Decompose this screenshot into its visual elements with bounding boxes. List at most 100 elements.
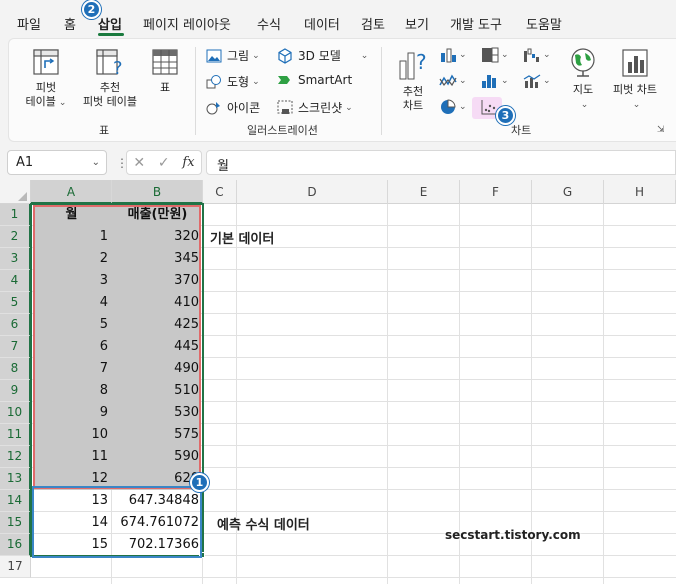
base-data-callout: 기본 데이터	[210, 232, 275, 247]
shapes-button[interactable]: 도형 ⌄	[206, 73, 260, 90]
3d-models-button[interactable]: 3D 모델 ⌄	[277, 47, 368, 64]
pie-chart-button[interactable]: ⌄	[439, 99, 467, 115]
charts-group-label: 차트	[511, 124, 532, 137]
row-header-8[interactable]: 8	[0, 358, 31, 380]
chevron-down-icon: ⌄	[501, 76, 509, 86]
picture-icon	[206, 49, 222, 62]
column-header-a[interactable]: A	[31, 180, 112, 204]
row-header-13[interactable]: 13	[0, 468, 31, 490]
picture-label: 그림	[227, 49, 250, 63]
picture-button[interactable]: 그림 ⌄	[206, 47, 260, 64]
tab-review[interactable]: 검토	[361, 14, 385, 33]
pivot-table-button[interactable]: 피벗 테이블 ⌄	[17, 47, 75, 110]
tab-view[interactable]: 보기	[405, 14, 429, 33]
row-header-3[interactable]: 3	[0, 248, 31, 270]
column-header-f[interactable]: F	[460, 180, 532, 204]
chevron-down-icon: ⌄	[543, 50, 551, 60]
forecast-data-highlight	[32, 486, 202, 558]
name-box-value: A1	[16, 155, 34, 170]
column-header-d[interactable]: D	[237, 180, 388, 204]
pivot-table-label: 피벗 테이블	[25, 81, 57, 108]
screenshot-label: 스크린샷	[298, 101, 343, 115]
row-header-14[interactable]: 14	[0, 490, 31, 512]
smartart-icon	[278, 76, 290, 84]
worksheet-grid[interactable]: ABCDEFGH 1 2 3 4 5 6 7 8 9 10 11 12 13 14 15 16 17 월 매출(만원…	[0, 180, 676, 584]
row-header-9[interactable]: 9	[0, 380, 31, 402]
row-header-16[interactable]: 16	[0, 534, 31, 556]
column-chart-button[interactable]: ⌄	[439, 47, 467, 63]
step-badge-1: 1	[190, 473, 209, 492]
svg-text:?: ?	[416, 50, 427, 74]
row-header-4[interactable]: 4	[0, 270, 31, 292]
line-chart-icon	[439, 74, 457, 87]
illustrations-group-label: 일러스트레이션	[247, 124, 318, 137]
recommended-charts-button[interactable]: ? 추천 차트	[393, 47, 433, 113]
gridline-row	[31, 577, 676, 578]
table-label: 표	[159, 81, 171, 94]
dialog-launcher-icon[interactable]: ⇲	[657, 125, 665, 135]
waterfall-chart-icon	[524, 48, 539, 62]
recommended-pivot-label: 추천 피벗 테이블	[82, 81, 138, 108]
combo-chart-icon	[523, 74, 541, 88]
row-header-7[interactable]: 7	[0, 336, 31, 358]
row-header-11[interactable]: 11	[0, 424, 31, 446]
formula-bar: A1 ⌄ ⋮ ✕ ✓ fx 월	[0, 146, 676, 180]
row-header-6[interactable]: 6	[0, 314, 31, 336]
row-header-1[interactable]: 1	[0, 204, 31, 226]
tab-insert[interactable]: 삽입	[98, 14, 122, 33]
statistic-chart-button[interactable]: ⌄	[481, 73, 509, 89]
row-header-5[interactable]: 5	[0, 292, 31, 314]
watermark-text: secstart.tistory.com	[445, 528, 581, 542]
column-header-h[interactable]: H	[604, 180, 676, 204]
chevron-down-icon: ⌄	[459, 50, 467, 60]
column-header-b[interactable]: B	[112, 180, 203, 204]
enter-icon[interactable]: ✓	[158, 155, 170, 171]
3d-models-label: 3D 모델	[298, 49, 341, 63]
formula-tools: ✕ ✓ fx	[126, 150, 202, 175]
3d-cube-icon	[278, 47, 292, 64]
name-box[interactable]: A1 ⌄	[7, 150, 107, 175]
chevron-down-icon: ⌄	[58, 98, 67, 108]
select-all-corner[interactable]	[0, 180, 31, 204]
insert-function-icon[interactable]: fx	[182, 155, 194, 170]
tab-help[interactable]: 도움말	[526, 14, 562, 33]
pie-chart-icon	[441, 99, 456, 114]
tab-page-layout[interactable]: 페이지 레이아웃	[143, 14, 231, 33]
line-chart-button[interactable]: ⌄	[439, 73, 467, 89]
pivot-chart-button[interactable]: 피벗 차트 ⌄	[607, 47, 663, 112]
row-header-17[interactable]: 17	[0, 556, 31, 578]
combo-chart-button[interactable]: ⌄	[523, 73, 551, 89]
group-separator	[381, 47, 382, 135]
tab-file[interactable]: 파일	[17, 14, 41, 33]
gridline-column	[459, 204, 460, 584]
column-header-g[interactable]: G	[532, 180, 604, 204]
hierarchy-chart-button[interactable]: ⌄	[481, 47, 509, 63]
maps-button[interactable]: 지도 ⌄	[563, 47, 603, 112]
table-button[interactable]: 표	[147, 47, 183, 95]
recommended-charts-icon: ?	[399, 50, 427, 80]
row-header-12[interactable]: 12	[0, 446, 31, 468]
cancel-icon[interactable]: ✕	[133, 155, 145, 171]
column-header-c[interactable]: C	[203, 180, 237, 204]
screenshot-button[interactable]: 스크린샷 ⌄	[277, 99, 353, 116]
excel-window: 파일 홈 삽입 페이지 레이아웃 수식 데이터 검토 보기 개발 도구 도움말 …	[0, 0, 676, 584]
chevron-down-icon: ⌄	[252, 76, 260, 87]
recommended-pivot-button[interactable]: ? 추천 피벗 테이블	[75, 47, 145, 109]
tab-data[interactable]: 데이터	[304, 14, 340, 33]
chevron-down-icon: ⌄	[580, 100, 589, 110]
tab-home[interactable]: 홈	[64, 14, 76, 33]
formula-input[interactable]: 월	[206, 150, 676, 175]
svg-text:?: ?	[113, 58, 123, 77]
row-header-2[interactable]: 2	[0, 226, 31, 248]
row-header-10[interactable]: 10	[0, 402, 31, 424]
tab-formulas[interactable]: 수식	[257, 14, 281, 33]
chevron-down-icon: ⌄	[91, 157, 100, 168]
tab-developer[interactable]: 개발 도구	[450, 14, 502, 33]
row-header-15[interactable]: 15	[0, 512, 31, 534]
chevron-down-icon: ⌄	[543, 76, 551, 86]
smartart-button[interactable]: SmartArt	[277, 73, 352, 87]
column-header-e[interactable]: E	[388, 180, 460, 204]
waterfall-chart-button[interactable]: ⌄	[523, 47, 551, 63]
icons-label: 아이콘	[227, 101, 261, 115]
icons-button[interactable]: 아이콘	[206, 99, 260, 116]
